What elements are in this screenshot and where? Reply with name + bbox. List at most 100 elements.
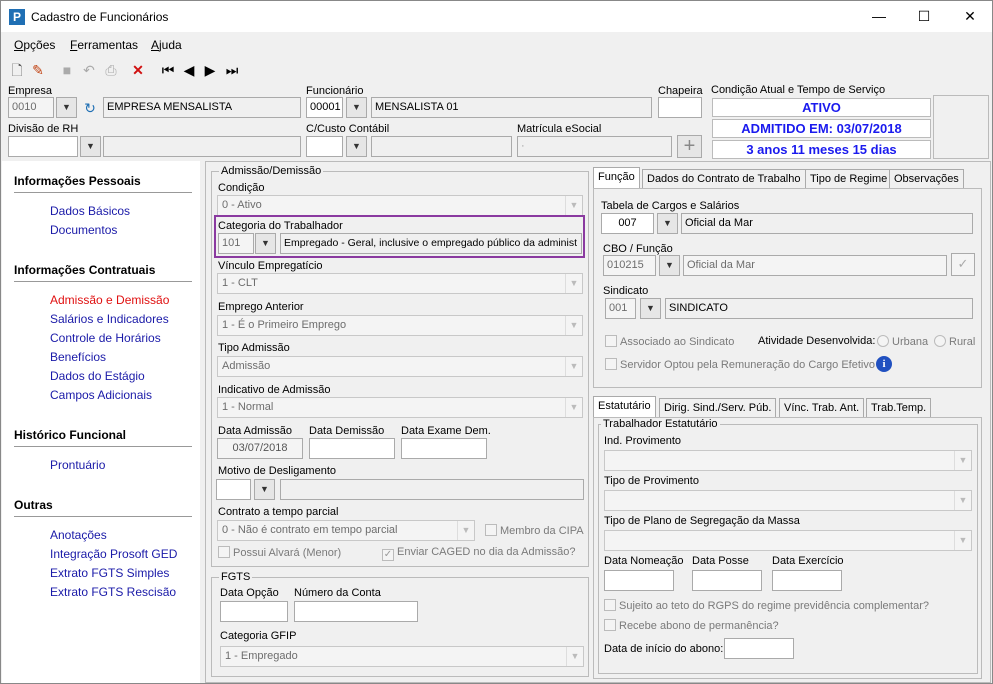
tab-observacoes[interactable]: Observações [889, 169, 964, 189]
indicativo-select[interactable]: 1 - Normal ▼ [217, 397, 583, 418]
data-demissao-field[interactable] [309, 438, 395, 459]
tipo-admissao-select[interactable]: Admissão ▼ [217, 356, 583, 377]
vinculo-select[interactable]: 1 - CLT ▼ [217, 273, 583, 294]
sidebar-item-beneficios[interactable]: Benefícios [50, 350, 106, 364]
urbana-radio[interactable]: Urbana [877, 335, 928, 348]
tipo-provimento-label: Tipo de Provimento [604, 475, 699, 487]
info-icon[interactable]: i [876, 356, 892, 372]
print-icon[interactable]: ⎙ [102, 61, 120, 79]
previous-record-icon[interactable]: ◀ [180, 61, 198, 79]
data-inicio-abono-label: Data de início do abono: [604, 643, 724, 655]
emprego-anterior-select[interactable]: 1 - É o Primeiro Emprego ▼ [217, 315, 583, 336]
custo-field[interactable] [306, 136, 343, 157]
empresa-dropdown-button[interactable]: ▼ [56, 97, 77, 118]
motivo-dropdown-button[interactable]: ▼ [254, 479, 275, 500]
menu-ferramentas[interactable]: Ferramentas [70, 38, 138, 52]
sidebar-item-anotacoes[interactable]: Anotações [50, 528, 107, 542]
tab-funcao[interactable]: Função [593, 167, 640, 189]
numero-conta-field[interactable] [294, 601, 418, 622]
edit-pencil-icon[interactable]: ✎ [29, 61, 47, 79]
motivo-code-field[interactable] [216, 479, 251, 500]
enviar-caged-checkbox[interactable]: ✓ Enviar CAGED no dia da Admissão? [382, 546, 576, 561]
data-exame-field[interactable] [401, 438, 487, 459]
cbo-code-field[interactable]: 010215 [603, 255, 656, 276]
sidebar-item-estagio[interactable]: Dados do Estágio [50, 369, 145, 383]
cbo-dropdown-button[interactable]: ▼ [659, 255, 680, 276]
chevron-down-icon: ▼ [954, 451, 971, 470]
categoria-code-field[interactable]: 101 [218, 233, 254, 254]
custo-dropdown-button[interactable]: ▼ [346, 136, 367, 157]
sidebar-item-horarios[interactable]: Controle de Horários [50, 331, 161, 345]
sindicato-dropdown-button[interactable]: ▼ [640, 298, 661, 319]
sidebar-item-campos-adicionais[interactable]: Campos Adicionais [50, 388, 152, 402]
sindicato-code-field[interactable]: 001 [605, 298, 636, 319]
divisao-name-field [103, 136, 301, 157]
associado-sindicato-checkbox[interactable]: Associado ao Sindicato [605, 335, 734, 348]
sidebar-item-salarios[interactable]: Salários e Indicadores [50, 312, 169, 326]
funcionario-dropdown-button[interactable]: ▼ [346, 97, 367, 118]
categoria-dropdown-button[interactable]: ▼ [255, 233, 276, 254]
sidebar-item-integracao-ged[interactable]: Integração Prosoft GED [50, 547, 177, 561]
data-posse-field[interactable] [692, 570, 762, 591]
refresh-icon[interactable]: ↻ [81, 99, 99, 117]
categoria-gfip-select[interactable]: 1 - Empregado ▼ [220, 646, 584, 667]
tabela-cargos-dropdown-button[interactable]: ▼ [657, 213, 678, 234]
data-exercicio-field[interactable] [772, 570, 842, 591]
sidebar-item-extrato-fgts-rescisao[interactable]: Extrato FGTS Rescisão [50, 585, 176, 599]
data-opcao-field[interactable] [220, 601, 288, 622]
undo-icon[interactable]: ↶ [80, 61, 98, 79]
close-button[interactable]: ✕ [947, 1, 993, 32]
possui-alvara-checkbox[interactable]: Possui Alvará (Menor) [218, 546, 341, 559]
data-admissao-field[interactable]: 03/07/2018 [217, 438, 303, 459]
contrato-parcial-select[interactable]: 0 - Não é contrato em tempo parcial ▼ [217, 520, 475, 541]
divisao-field[interactable] [8, 136, 78, 157]
first-record-icon[interactable]: ⏮ [159, 61, 177, 79]
maximize-button[interactable]: ☐ [901, 1, 947, 32]
membro-cipa-checkbox[interactable]: Membro da CIPA [485, 524, 584, 537]
contrato-parcial-label: Contrato a tempo parcial [218, 506, 339, 518]
tipo-provimento-select[interactable]: ▼ [604, 490, 972, 511]
divisao-label: Divisão de RH [8, 123, 79, 135]
tipo-plano-select[interactable]: ▼ [604, 530, 972, 551]
recebe-abono-checkbox[interactable]: Recebe abono de permanência? [604, 619, 779, 632]
data-inicio-abono-field[interactable] [724, 638, 794, 659]
last-record-icon[interactable]: ⏭ [223, 61, 241, 79]
empresa-code-field[interactable]: 0010 [8, 97, 54, 118]
categoria-desc-field: Empregado - Geral, inclusive o empregado… [280, 233, 582, 254]
add-matricula-button[interactable]: + [677, 135, 702, 158]
chapeira-field[interactable] [658, 97, 702, 118]
funcionario-code-field[interactable]: 00001 [306, 97, 343, 118]
condicao-select[interactable]: 0 - Ativo ▼ [217, 195, 583, 216]
divisao-dropdown-button[interactable]: ▼ [80, 136, 101, 157]
save-icon[interactable]: ■ [58, 61, 76, 79]
minimize-button[interactable]: — [856, 1, 902, 32]
sidebar-divider [14, 446, 192, 447]
sujeito-teto-checkbox[interactable]: Sujeito ao teto do RGPS do regime previd… [604, 599, 929, 612]
tab-tipo-regime[interactable]: Tipo de Regime [805, 169, 893, 189]
sidebar-item-dados-basicos[interactable]: Dados Básicos [50, 204, 130, 218]
sidebar-item-prontuario[interactable]: Prontuário [50, 458, 105, 472]
new-document-icon[interactable]: 🗋 [8, 61, 26, 79]
tab-estatutario[interactable]: Estatutário [593, 396, 656, 418]
tab-dirig-sind[interactable]: Dirig. Sind./Serv. Púb. [659, 398, 777, 418]
data-nomeacao-field[interactable] [604, 570, 674, 591]
menu-ajuda[interactable]: Ajuda [151, 38, 182, 52]
delete-icon[interactable]: ✕ [129, 61, 147, 79]
rural-radio[interactable]: Rural [934, 335, 975, 348]
sidebar-item-extrato-fgts-simples[interactable]: Extrato FGTS Simples [50, 566, 169, 580]
tab-vinc-trab-ant[interactable]: Vínc. Trab. Ant. [779, 398, 865, 418]
sidebar-item-documentos[interactable]: Documentos [50, 223, 117, 237]
matricula-field[interactable]: · [517, 136, 672, 157]
sidebar-section-pessoais: Informações Pessoais [14, 174, 141, 188]
menu-opcoes[interactable]: Opções [14, 38, 55, 52]
confirm-check-icon[interactable]: ✓ [951, 253, 975, 276]
employee-photo[interactable] [933, 95, 989, 159]
tabela-cargos-code-field[interactable]: 007 [601, 213, 654, 234]
tab-trab-temp[interactable]: Trab.Temp. [866, 398, 932, 418]
tab-dados-contrato[interactable]: Dados do Contrato de Trabalho [642, 169, 806, 189]
servidor-optou-checkbox[interactable]: Servidor Optou pela Remuneração do Cargo… [605, 358, 875, 371]
ind-provimento-select[interactable]: ▼ [604, 450, 972, 471]
next-record-icon[interactable]: ▶ [201, 61, 219, 79]
fgts-group-title: FGTS [219, 571, 253, 583]
sidebar-item-admissao-demissao[interactable]: Admissão e Demissão [50, 293, 169, 307]
